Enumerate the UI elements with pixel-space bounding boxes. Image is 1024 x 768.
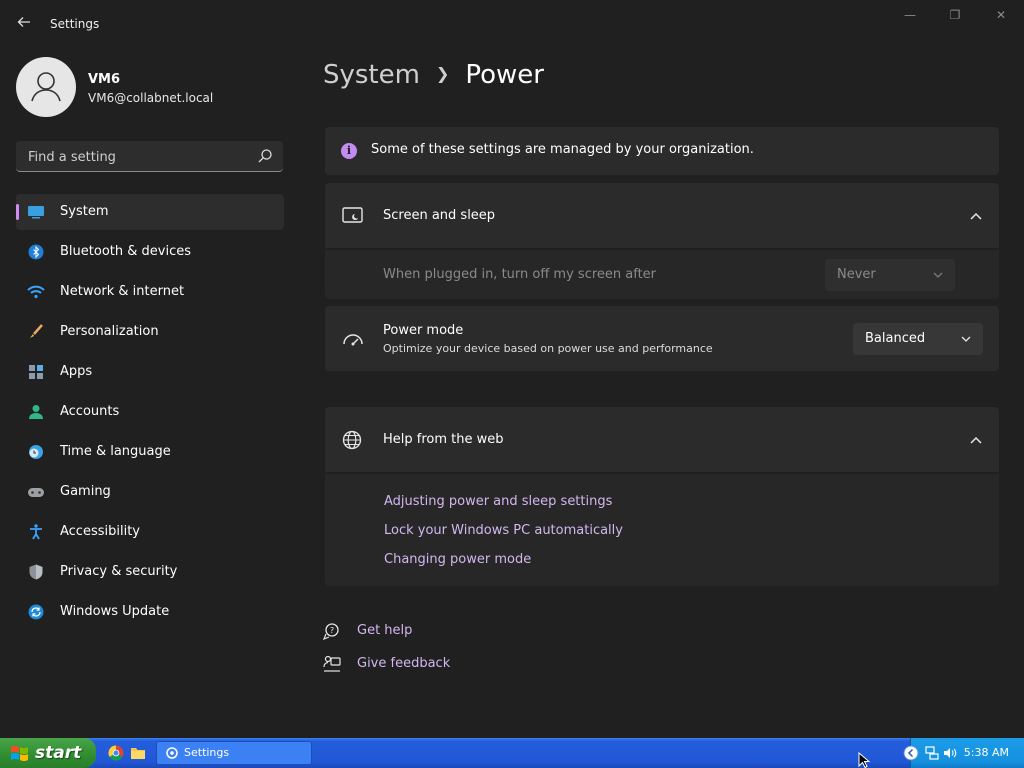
sidebar-item-time-language[interactable]: Time & language — [16, 434, 284, 470]
sidebar-item-windows-update[interactable]: Windows Update — [16, 594, 284, 630]
clock: 5:38 AM — [963, 746, 1009, 759]
gear-icon — [166, 747, 178, 759]
chevron-right-icon: ❯ — [435, 64, 450, 83]
svg-text:?: ? — [330, 626, 334, 635]
sidebar-item-label: Privacy & security — [60, 564, 178, 579]
start-label: start — [35, 743, 82, 763]
network-icon[interactable] — [925, 746, 939, 760]
sidebar-item-label: Windows Update — [60, 604, 170, 619]
sidebar-item-apps[interactable]: Apps — [16, 354, 284, 390]
sidebar-item-label: Network & internet — [60, 284, 185, 299]
bluetooth-icon — [28, 244, 44, 260]
accessibility-icon — [30, 524, 42, 540]
volume-icon[interactable] — [943, 746, 957, 760]
user-icon — [31, 72, 61, 102]
search-box — [16, 141, 283, 172]
feedback-icon — [323, 655, 341, 672]
screen-sleep-header[interactable]: Screen and sleep — [325, 183, 999, 248]
tray-expand-icon[interactable] — [903, 745, 919, 761]
sidebar-item-label: System — [60, 204, 109, 219]
back-button[interactable] — [14, 14, 34, 34]
sidebar-item-label: Bluetooth & devices — [60, 244, 191, 259]
avatar[interactable] — [16, 57, 76, 117]
chevron-up-icon[interactable] — [969, 435, 983, 445]
sidebar-item-label: Personalization — [60, 324, 159, 339]
clock-globe-icon — [29, 445, 43, 459]
power-mode-title: Power mode — [383, 323, 464, 338]
power-mode-description: Optimize your device based on power use … — [383, 342, 713, 355]
give-feedback-link[interactable]: Give feedback — [357, 656, 450, 671]
taskbar-settings-label: Settings — [184, 746, 230, 759]
title-bar: Settings — ❐ ✕ — [0, 0, 1024, 48]
dropdown-value: Never — [837, 267, 876, 282]
sidebar-item-privacy[interactable]: Privacy & security — [16, 554, 284, 590]
help-header[interactable]: Help from the web — [325, 407, 999, 472]
screen-sleep-icon — [342, 207, 363, 223]
sidebar-item-gaming[interactable]: Gaming — [16, 474, 284, 510]
info-icon: i — [341, 143, 357, 159]
chevron-down-icon — [961, 336, 971, 342]
person-icon — [29, 405, 43, 419]
sidebar-item-personalization[interactable]: Personalization — [16, 314, 284, 350]
chevron-down-icon — [933, 272, 943, 278]
maximize-button[interactable]: ❐ — [943, 8, 967, 24]
folder-icon[interactable] — [130, 745, 146, 761]
sidebar-item-system[interactable]: System — [16, 194, 284, 230]
screen-sleep-row: When plugged in, turn off my screen afte… — [325, 250, 999, 299]
sidebar-nav: System Bluetooth & devices Network & int… — [16, 194, 284, 634]
screen-off-dropdown[interactable]: Never — [825, 259, 955, 291]
taskbar: start Settings 5:38 AM — [0, 738, 1024, 768]
apps-icon — [29, 365, 43, 379]
search-icon[interactable] — [257, 148, 273, 164]
minimize-button[interactable]: — — [898, 8, 922, 24]
chrome-icon[interactable] — [108, 745, 124, 761]
power-mode-dropdown[interactable]: Balanced — [853, 323, 983, 355]
mouse-cursor-icon — [858, 752, 870, 768]
close-button[interactable]: ✕ — [989, 8, 1013, 24]
dropdown-value: Balanced — [865, 331, 926, 346]
notice-text: Some of these settings are managed by yo… — [371, 142, 754, 157]
help-title: Help from the web — [383, 432, 504, 447]
page-title: Power — [465, 60, 544, 90]
help-link-lock-pc[interactable]: Lock your Windows PC automatically — [384, 523, 623, 538]
sidebar-item-label: Accessibility — [60, 524, 140, 539]
update-icon — [28, 604, 44, 620]
help-link-power-mode[interactable]: Changing power mode — [384, 552, 531, 567]
brush-icon — [30, 324, 43, 338]
screen-off-label: When plugged in, turn off my screen afte… — [383, 267, 657, 282]
sidebar-item-label: Gaming — [60, 484, 111, 499]
wifi-icon — [27, 285, 45, 299]
start-button[interactable]: start — [0, 738, 96, 768]
taskbar-settings-button[interactable]: Settings — [156, 741, 312, 765]
system-icon — [28, 206, 44, 219]
sidebar-item-label: Accounts — [60, 404, 120, 419]
settings-window: Settings — ❐ ✕ VM6 VM6@collabnet.local S… — [0, 0, 1024, 738]
power-mode-card: Power mode Optimize your device based on… — [325, 306, 999, 371]
breadcrumb-parent[interactable]: System — [323, 60, 420, 90]
profile-email: VM6@collabnet.local — [88, 91, 214, 105]
sidebar-item-bluetooth[interactable]: Bluetooth & devices — [16, 234, 284, 270]
back-arrow-icon — [17, 17, 30, 27]
sidebar-item-label: Apps — [60, 364, 93, 379]
screen-sleep-title: Screen and sleep — [383, 208, 496, 223]
get-help-icon: ? — [323, 623, 339, 640]
managed-notice: i Some of these settings are managed by … — [325, 127, 999, 175]
sidebar-item-accessibility[interactable]: Accessibility — [16, 514, 284, 550]
sidebar-item-accounts[interactable]: Accounts — [16, 394, 284, 430]
profile-name: VM6 — [88, 72, 121, 87]
power-mode-icon — [343, 334, 363, 346]
get-help-link[interactable]: Get help — [357, 623, 412, 638]
sidebar-item-network[interactable]: Network & internet — [16, 274, 284, 310]
help-link-power-sleep[interactable]: Adjusting power and sleep settings — [384, 494, 612, 509]
chevron-up-icon[interactable] — [969, 211, 983, 221]
search-input[interactable] — [26, 147, 250, 167]
shield-icon — [29, 564, 43, 580]
controller-icon — [28, 488, 44, 497]
window-title: Settings — [50, 17, 100, 31]
sidebar-item-label: Time & language — [60, 444, 171, 459]
breadcrumb: System ❯ Power — [323, 58, 544, 95]
windows-logo-icon — [11, 745, 28, 762]
system-tray: 5:38 AM — [903, 738, 1024, 768]
globe-icon — [342, 430, 362, 450]
